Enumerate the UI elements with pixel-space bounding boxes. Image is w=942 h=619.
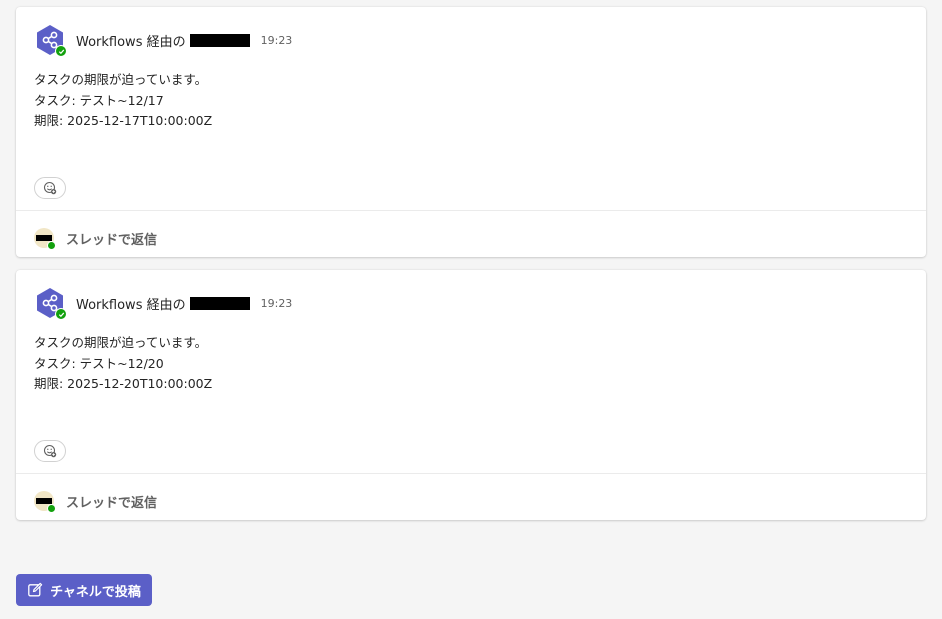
- bot-avatar[interactable]: [34, 24, 67, 57]
- message-line: タスクの期限が迫っています。: [34, 72, 208, 87]
- presence-badge: [55, 45, 67, 57]
- message-timestamp: 19:23: [260, 296, 293, 310]
- checkmark-icon: [58, 312, 64, 317]
- presence-badge: [47, 504, 56, 513]
- post-in-channel-button[interactable]: チャネルで投稿: [16, 574, 152, 606]
- divider: [16, 210, 926, 211]
- sender-name[interactable]: Workflows 経由の: [76, 294, 186, 313]
- emoji-add-icon: [43, 181, 57, 195]
- divider: [16, 473, 926, 474]
- message-line: タスク: テスト~12/17: [34, 92, 164, 108]
- avatar: [34, 228, 56, 250]
- message-line: タスクの期限が迫っています。: [34, 335, 208, 350]
- bot-avatar[interactable]: [34, 287, 67, 320]
- avatar: [34, 491, 56, 513]
- presence-badge: [47, 241, 56, 250]
- redacted-name: [189, 296, 250, 310]
- message-body: タスクの期限が迫っています。 タスク: テスト~12/20 期限: 2025-1…: [34, 333, 212, 395]
- reply-in-thread-button[interactable]: スレッドで返信: [34, 226, 157, 250]
- checkmark-icon: [58, 49, 64, 54]
- message-header: Workflows 経由の 19:23: [34, 287, 293, 320]
- message-header: Workflows 経由の 19:23: [34, 24, 293, 57]
- reply-label: スレッドで返信: [66, 232, 158, 248]
- message-timestamp: 19:23: [260, 33, 293, 47]
- message-line: 期限: 2025-12-20T10:00:00Z: [34, 376, 213, 391]
- post-button-label: チャネルで投稿: [50, 584, 141, 600]
- sender-name[interactable]: Workflows 経由の: [76, 31, 186, 50]
- message-line: タスク: テスト~12/20: [34, 355, 164, 371]
- compose-edit-icon: [27, 582, 43, 598]
- reply-in-thread-button[interactable]: スレッドで返信: [34, 489, 157, 513]
- add-reaction-button[interactable]: [34, 440, 66, 462]
- redacted-name: [189, 33, 250, 47]
- reply-label: スレッドで返信: [66, 495, 158, 511]
- presence-badge: [55, 308, 67, 320]
- message-card: Workflows 経由の 19:23 タスクの期限が迫っています。 タスク: …: [16, 270, 926, 520]
- message-body: タスクの期限が迫っています。 タスク: テスト~12/17 期限: 2025-1…: [34, 70, 212, 132]
- message-card: Workflows 経由の 19:23 タスクの期限が迫っています。 タスク: …: [16, 7, 926, 257]
- message-line: 期限: 2025-12-17T10:00:00Z: [34, 113, 213, 128]
- emoji-add-icon: [43, 444, 57, 458]
- add-reaction-button[interactable]: [34, 177, 66, 199]
